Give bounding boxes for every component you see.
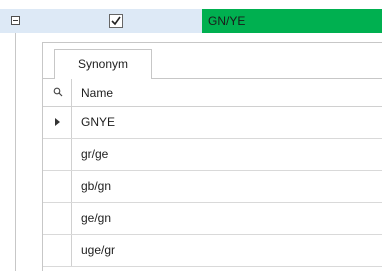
column-header-name[interactable] (72, 79, 382, 107)
checkmark-icon (111, 16, 121, 26)
row-indicator[interactable] (43, 171, 72, 202)
row-name-cell[interactable]: ge/gn (81, 203, 111, 234)
row-name-cell[interactable]: gb/gn (81, 171, 111, 202)
current-row-arrow-icon (55, 118, 60, 126)
table-row[interactable]: GNYE (43, 107, 382, 139)
table-row[interactable]: ge/gn (43, 203, 382, 235)
row-name-cell[interactable]: gr/ge (81, 139, 108, 170)
selected-checkbox[interactable] (109, 14, 123, 28)
row-indicator[interactable] (43, 107, 72, 138)
row-name-cell[interactable]: GNYE (81, 107, 115, 138)
row-indicator[interactable] (43, 203, 72, 234)
detail-tree-line (15, 33, 16, 271)
column-header-name-label: Name (81, 86, 114, 100)
row-name-cell[interactable]: uge/gr (81, 235, 115, 266)
collapse-icon[interactable] (11, 16, 20, 25)
detail-panel: Synonym Name GNYE gr/ge gb/gn ge/gn uge/gr (42, 42, 382, 271)
detail-tabstrip: Synonym (43, 43, 382, 79)
tab-synonym[interactable]: Synonym (54, 49, 152, 79)
row-indicator[interactable] (43, 139, 72, 170)
master-row[interactable]: GN/YE (0, 9, 382, 33)
row-indicator[interactable] (43, 235, 72, 266)
table-row[interactable]: gr/ge (43, 139, 382, 171)
grid-header: Name (43, 79, 382, 107)
table-row[interactable]: uge/gr (43, 235, 382, 267)
color-name-cell[interactable]: GN/YE (202, 9, 382, 33)
search-cell[interactable] (43, 79, 72, 106)
search-icon[interactable] (53, 87, 63, 97)
table-row[interactable]: gb/gn (43, 171, 382, 203)
